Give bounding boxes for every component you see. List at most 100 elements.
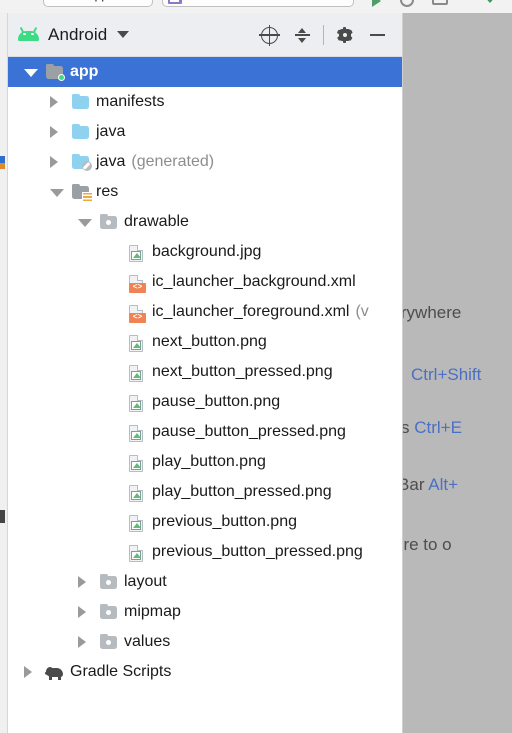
- misc-icon[interactable]: [432, 0, 448, 5]
- twisty-collapsed-icon[interactable]: [24, 666, 32, 678]
- project-tree[interactable]: app manifests java java (generated) res drawab…: [8, 57, 402, 687]
- tip-text: es: [403, 418, 410, 437]
- strip-marker-structure: [0, 510, 5, 523]
- twisty-collapsed-icon[interactable]: [50, 156, 58, 168]
- tree-row[interactable]: manifests: [8, 87, 402, 117]
- folder-dot-icon: [100, 213, 118, 230]
- image-file-icon: [128, 514, 146, 532]
- tree-row-label: ic_launcher_foreground.xml: [152, 303, 350, 320]
- twisty-collapsed-icon[interactable]: [78, 636, 86, 648]
- folder-generated-icon: [72, 153, 92, 171]
- tip-shortcut: Ctrl+Shift: [411, 365, 482, 384]
- twisty-collapsed-icon[interactable]: [50, 126, 58, 138]
- tree-row[interactable]: pause_button.png: [8, 387, 402, 417]
- tree-row-label: previous_button.png: [152, 513, 297, 530]
- folder-blue-icon: [72, 123, 90, 140]
- editor-tip-line: Drop files here to o: [403, 535, 452, 555]
- run-icon[interactable]: [372, 0, 381, 7]
- tip-text: n Bar: [403, 475, 425, 494]
- main-toolbar-strip: app Pixel 2 API 24: [0, 0, 512, 13]
- tree-row[interactable]: previous_button_pressed.png: [8, 537, 402, 567]
- tree-row-label: pause_button_pressed.png: [152, 423, 346, 440]
- tip-text: here to o: [403, 535, 452, 554]
- module-selector[interactable]: app: [43, 0, 153, 7]
- tree-row[interactable]: res: [8, 177, 402, 207]
- tree-row-label: java: [96, 123, 126, 140]
- image-file-icon: [128, 484, 146, 502]
- tree-row-label: play_button.png: [152, 453, 266, 470]
- tree-row-label: app: [70, 63, 99, 80]
- chevron-down-icon[interactable]: [117, 31, 130, 38]
- tree-row[interactable]: next_button_pressed.png: [8, 357, 402, 387]
- image-file-icon: [128, 334, 146, 352]
- chevron-down-icon-right[interactable]: [482, 0, 498, 3]
- xml-file-icon: <>: [128, 304, 146, 323]
- tree-row[interactable]: app: [8, 57, 402, 87]
- minimize-icon[interactable]: [361, 19, 394, 52]
- image-file-icon: [128, 454, 146, 472]
- debug-icon[interactable]: [400, 0, 414, 7]
- tree-row-label: next_button_pressed.png: [152, 363, 333, 380]
- twisty-expanded-icon[interactable]: [78, 219, 92, 227]
- gear-icon[interactable]: [328, 19, 361, 52]
- tree-row-label: pause_button.png: [152, 393, 281, 410]
- tool-window-title-group[interactable]: Android: [8, 24, 130, 45]
- twisty-collapsed-icon[interactable]: [78, 606, 86, 618]
- folder-dot-icon: [100, 603, 118, 620]
- tree-row[interactable]: previous_button.png: [8, 507, 402, 537]
- tree-row[interactable]: drawable: [8, 207, 402, 237]
- tree-row-suffix: (v: [355, 303, 369, 320]
- locate-icon[interactable]: [253, 19, 286, 52]
- tree-row[interactable]: Gradle Scripts: [8, 657, 402, 687]
- editor-tip-line: Recent Files Ctrl+E: [403, 418, 462, 438]
- tool-window-title: Android: [48, 24, 108, 44]
- tree-row[interactable]: next_button.png: [8, 327, 402, 357]
- twisty-expanded-icon[interactable]: [50, 189, 64, 197]
- tree-row-label: mipmap: [124, 603, 181, 620]
- twisty-collapsed-icon[interactable]: [50, 96, 58, 108]
- tree-row-label: drawable: [124, 213, 189, 230]
- tree-row[interactable]: <> ic_launcher_foreground.xml (v: [8, 297, 402, 327]
- tree-row[interactable]: layout: [8, 567, 402, 597]
- tree-row-label: ic_launcher_background.xml: [152, 273, 356, 290]
- image-file-icon: [128, 424, 146, 442]
- tree-row[interactable]: values: [8, 627, 402, 657]
- project-tool-window: Android app manifests java java (generat…: [8, 13, 403, 733]
- tree-row[interactable]: java (generated): [8, 147, 402, 177]
- tree-row[interactable]: play_button_pressed.png: [8, 477, 402, 507]
- tree-row[interactable]: mipmap: [8, 597, 402, 627]
- folder-dot-icon: [100, 573, 118, 590]
- image-file-icon: [128, 244, 146, 262]
- left-tool-strip[interactable]: [0, 13, 8, 733]
- tool-window-actions: [253, 13, 394, 57]
- folder-dot-icon: [100, 633, 118, 650]
- strip-marker-resource: [0, 156, 5, 169]
- tree-row-label: manifests: [96, 93, 165, 110]
- tree-row-label: previous_button_pressed.png: [152, 543, 363, 560]
- tree-row-label: layout: [124, 573, 167, 590]
- tree-row-label: play_button_pressed.png: [152, 483, 332, 500]
- twisty-collapsed-icon[interactable]: [78, 576, 86, 588]
- tree-row[interactable]: background.jpg: [8, 237, 402, 267]
- tree-row[interactable]: java: [8, 117, 402, 147]
- toolbar-divider: [323, 25, 324, 45]
- tree-row[interactable]: play_button.png: [8, 447, 402, 477]
- twisty-expanded-icon[interactable]: [24, 69, 38, 77]
- image-file-icon: [128, 394, 146, 412]
- xml-file-icon: <>: [128, 274, 146, 293]
- tree-row[interactable]: <> ic_launcher_background.xml: [8, 267, 402, 297]
- tree-row-label: background.jpg: [152, 243, 262, 260]
- device-icon: [168, 0, 182, 4]
- tree-row[interactable]: pause_button_pressed.png: [8, 417, 402, 447]
- tree-row-label: Gradle Scripts: [70, 663, 172, 680]
- tree-row-label: next_button.png: [152, 333, 267, 350]
- tree-row-label: res: [96, 183, 119, 200]
- device-selector[interactable]: Pixel 2 API 24: [162, 0, 354, 7]
- tool-window-header: Android: [8, 13, 402, 57]
- gradle-elephant-icon: [44, 664, 64, 680]
- collapse-all-icon[interactable]: [286, 19, 319, 52]
- editor-tip-line: Navigation Bar Alt+: [403, 475, 458, 495]
- image-file-icon: [128, 364, 146, 382]
- android-studio-window: app Pixel 2 API 24 Android: [0, 0, 512, 733]
- tree-row-label: values: [124, 633, 171, 650]
